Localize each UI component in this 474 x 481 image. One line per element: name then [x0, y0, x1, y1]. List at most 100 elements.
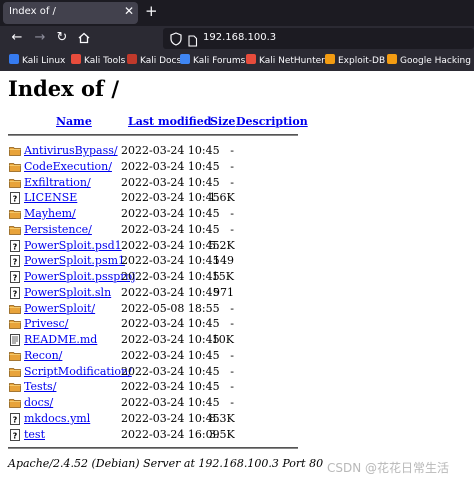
list-item: Persistence/2022-03-24 10:45- [9, 223, 309, 238]
size-cell: - [230, 380, 234, 394]
list-item: ScriptModification/2022-03-24 10:45- [9, 365, 309, 380]
folder-icon [9, 224, 21, 236]
list-item: Mayhem/2022-03-24 10:45- [9, 207, 309, 222]
file-link[interactable]: PowerSploit.pssproj [24, 270, 136, 283]
list-item: CodeExecution/2022-03-24 10:45- [9, 160, 309, 175]
file-link[interactable]: AntivirusBypass/ [24, 144, 118, 157]
svg-text:?: ? [13, 242, 18, 251]
server-signature: Apache/2.4.52 (Debian) Server at 192.168… [8, 457, 324, 470]
last-modified-cell: 2022-03-24 10:45 [121, 333, 220, 346]
last-modified-cell: 2022-03-24 10:45 [121, 191, 220, 205]
size-cell: 10K [211, 333, 234, 346]
file-link[interactable]: PowerSploit.psm1 [24, 254, 125, 267]
svg-text:?: ? [13, 415, 18, 424]
kali-icon [9, 54, 19, 64]
file-link[interactable]: mkdocs.yml [24, 412, 90, 425]
file-link[interactable]: Exfiltration/ [24, 176, 91, 189]
unknown-file-icon: ? [9, 192, 21, 205]
home-icon[interactable] [76, 29, 92, 47]
bookmark-kali-nethunter[interactable]: Kali NetHunter [246, 53, 325, 69]
last-modified-cell: 2022-03-24 10:45 [121, 348, 220, 362]
unknown-file-icon: ? [9, 412, 21, 425]
size-cell: 5.2K [209, 238, 235, 252]
file-link[interactable]: ScriptModification/ [24, 365, 132, 378]
sort-by-size-link[interactable]: Size [210, 115, 235, 128]
file-link[interactable]: test [24, 428, 45, 441]
list-item: AntivirusBypass/2022-03-24 10:45- [9, 144, 309, 159]
file-link[interactable]: Privesc/ [24, 317, 68, 330]
folder-icon [9, 303, 21, 315]
tab-index[interactable]: Index of / ✕ [3, 2, 138, 24]
file-link[interactable]: Recon/ [24, 349, 62, 362]
page-content: Index of / Name Last modified Size Descr… [0, 71, 474, 481]
sort-by-last-modified-link[interactable]: Last modified [128, 115, 212, 128]
file-link[interactable]: Persistence/ [24, 223, 92, 236]
file-link[interactable]: CodeExecution/ [24, 160, 112, 173]
last-modified-cell: 2022-03-24 10:45 [121, 285, 220, 299]
folder-icon [9, 161, 21, 173]
list-item: ? test 2022-03-24 16:09 3.5K [9, 428, 309, 443]
bookmark-kali-linux[interactable]: Kali Linux [9, 53, 65, 69]
list-item: ? LICENSE 2022-03-24 10:45 1.6K [9, 191, 309, 206]
last-modified-cell: 2022-03-24 10:45 [121, 238, 220, 252]
list-item: ? PowerSploit.sln 2022-03-24 10:45 971 [9, 286, 309, 301]
ghdb-icon [387, 54, 397, 64]
bookmark-kali-forums[interactable]: Kali Forums [180, 53, 245, 69]
forward-arrow-icon[interactable]: → [32, 29, 48, 47]
bookmark-google-hacking-db[interactable]: Google Hacking DB [387, 53, 474, 69]
bookmark-kali-tools[interactable]: Kali Tools [71, 53, 125, 69]
file-link[interactable]: docs/ [24, 396, 53, 409]
bookmark-exploit-db[interactable]: Exploit-DB [325, 53, 385, 69]
new-tab-button[interactable]: + [145, 3, 158, 19]
unknown-file-icon: ? [9, 271, 21, 283]
size-cell: - [230, 396, 234, 409]
size-cell: 1.6K [209, 191, 235, 205]
svg-text:?: ? [13, 289, 18, 298]
reload-icon[interactable]: ↻ [54, 29, 70, 47]
nav-bar: ← → ↻ 192.168.100.3 [0, 26, 474, 51]
back-arrow-icon[interactable]: ← [9, 29, 25, 47]
last-modified-cell: 2022-05-08 18:55 [121, 301, 220, 315]
size-cell: 149 [213, 254, 234, 268]
file-link[interactable]: PowerSploit.sln [24, 286, 111, 299]
folder-icon [9, 208, 21, 220]
shield-icon[interactable] [170, 31, 182, 46]
last-modified-cell: 2022-03-24 10:45 [121, 144, 220, 157]
last-modified-cell: 2022-03-24 10:45 [121, 317, 220, 331]
size-cell: - [230, 348, 234, 362]
svg-text:?: ? [13, 431, 18, 440]
url-text[interactable]: 192.168.100.3 [203, 32, 276, 43]
list-item: docs/2022-03-24 10:45- [9, 396, 309, 411]
list-item: Exfiltration/2022-03-24 10:45- [9, 176, 309, 191]
file-link[interactable]: LICENSE [24, 191, 77, 204]
last-modified-cell: 2022-03-24 10:45 [121, 222, 220, 236]
file-link[interactable]: Mayhem/ [24, 207, 76, 220]
kali-tools-icon [71, 54, 81, 64]
size-cell: - [230, 207, 234, 220]
page-title: Index of / [8, 76, 119, 101]
sort-by-description-link[interactable]: Description [236, 115, 308, 128]
nethunter-icon [246, 54, 256, 64]
close-icon[interactable]: ✕ [124, 4, 134, 18]
size-cell: - [230, 317, 234, 331]
list-item: Privesc/2022-03-24 10:45- [9, 317, 309, 332]
file-link[interactable]: README.md [24, 333, 97, 346]
folder-icon [9, 177, 21, 189]
page-info-icon[interactable] [187, 32, 198, 47]
bookmarks-bar: Kali Linux Kali Tools Kali Docs Kali For… [0, 51, 474, 71]
folder-icon [9, 366, 21, 378]
url-bar[interactable]: 192.168.100.3 [163, 28, 474, 49]
file-link[interactable]: Tests/ [24, 380, 56, 393]
list-item: ? mkdocs.yml 2022-03-24 10:45 8.3K [9, 412, 309, 427]
exploit-db-icon [325, 54, 335, 64]
last-modified-cell: 2022-03-24 10:45 [121, 207, 220, 220]
bookmark-kali-docs[interactable]: Kali Docs [127, 53, 181, 69]
file-link[interactable]: PowerSploit.psd1 [24, 239, 122, 252]
text-file-icon [9, 334, 21, 346]
svg-text:?: ? [13, 258, 18, 267]
last-modified-cell: 2022-03-24 10:45 [121, 159, 220, 173]
file-link[interactable]: PowerSploit/ [24, 302, 95, 315]
size-cell: - [230, 144, 234, 157]
sort-by-name-link[interactable]: Name [56, 115, 92, 128]
unknown-file-icon: ? [9, 255, 21, 268]
